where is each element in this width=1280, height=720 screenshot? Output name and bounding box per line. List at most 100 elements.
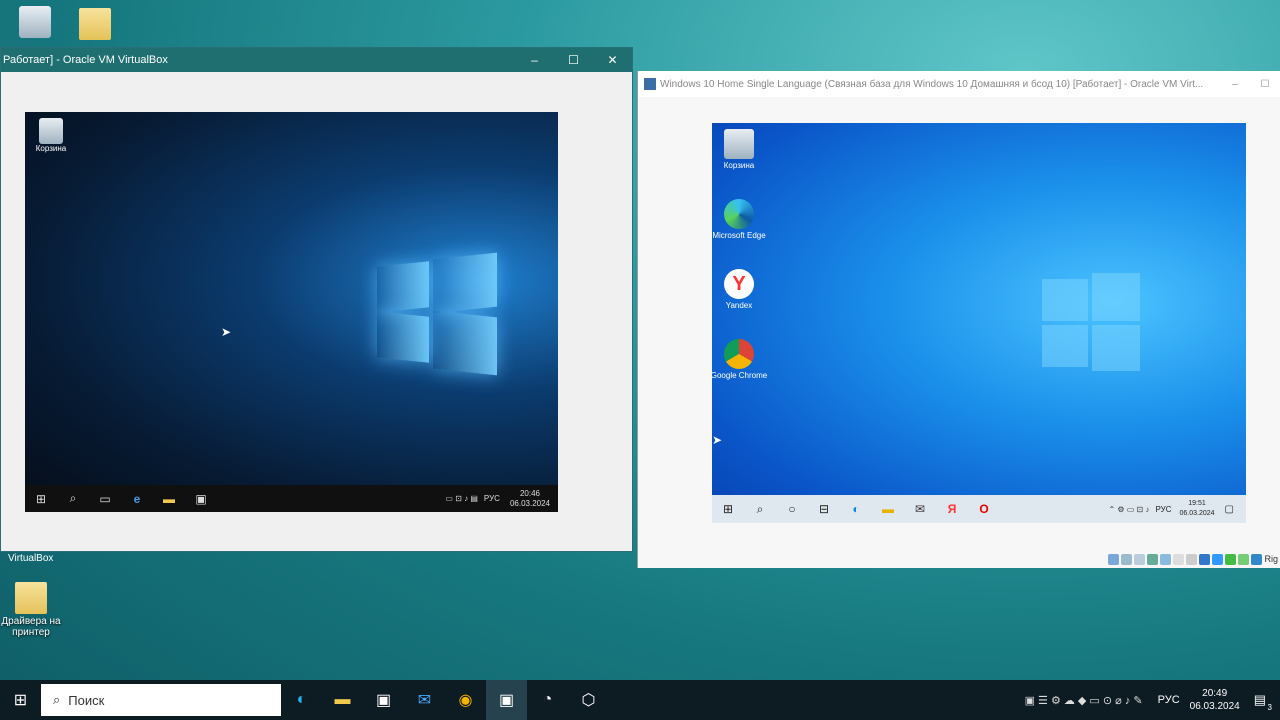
language-indicator[interactable]: РУС: [1158, 694, 1180, 706]
maximize-button[interactable]: ☐: [1250, 79, 1280, 90]
usb-icon[interactable]: [1160, 553, 1172, 565]
cpu-icon[interactable]: [1212, 553, 1224, 565]
tray-icons[interactable]: ▣ ☰ ⚙ ☁ ◆ ▭ ⊙ ⌀ ♪ ✎: [1025, 694, 1143, 707]
desktop-icon-label: Google Chrome: [712, 371, 768, 380]
chrome-icon: [724, 339, 754, 369]
folder-icon: [79, 8, 111, 40]
recycle-bin-icon: [39, 118, 63, 144]
clock-date: 06.03.2024: [509, 498, 550, 508]
virtualbox-window-2[interactable]: Windows 10 Home Single Language (Связная…: [637, 71, 1280, 568]
recycle-bin-icon: [724, 129, 754, 159]
search-placeholder: Поиск: [68, 692, 105, 708]
explorer-icon[interactable]: ▬: [153, 485, 185, 512]
clock[interactable]: 19:51 06.03.2024: [1180, 499, 1215, 519]
arrow-icon[interactable]: [1225, 553, 1237, 565]
minimize-button[interactable]: –: [1220, 79, 1250, 90]
notification-icon[interactable]: ▢: [1225, 504, 1234, 515]
desktop-icon-label: Корзина: [723, 161, 755, 170]
desktop-partial-label: VirtualBox: [8, 553, 54, 564]
windows-logo: [1042, 273, 1140, 371]
windows-logo-pane: [433, 252, 497, 314]
windows-logo-pane: [377, 311, 429, 363]
vm-screen-2[interactable]: Корзина Microsoft Edge Y Yandex Google C…: [712, 123, 1246, 523]
yandex-browser-icon[interactable]: Я: [936, 496, 968, 523]
shared-folder-icon[interactable]: [1173, 553, 1185, 565]
tray-icons[interactable]: ▭ ⊡ ♪ ▤: [445, 494, 478, 503]
network-icon[interactable]: [1147, 553, 1159, 565]
mail-icon[interactable]: ✉: [404, 680, 445, 720]
clock-app-icon[interactable]: ◔: [527, 680, 568, 720]
opera-icon[interactable]: O: [968, 496, 1000, 523]
virtualbox-icon: [644, 78, 656, 90]
mouse-cursor-icon: ➤: [221, 325, 232, 339]
recording-icon[interactable]: [1199, 553, 1211, 565]
vm-statusbar: Rig: [1108, 550, 1280, 568]
store-icon[interactable]: ▣: [185, 485, 217, 512]
edge-icon: [724, 199, 754, 229]
window-titlebar[interactable]: Windows 10 Home Single Language (Связная…: [638, 71, 1280, 97]
start-icon[interactable]: ⊞: [25, 485, 57, 512]
desktop-icon-recycle[interactable]: Корзина: [712, 129, 769, 170]
edge-icon[interactable]: ◐: [840, 496, 872, 523]
desktop-icon-label: Корзина: [35, 144, 67, 153]
audio-icon[interactable]: [1134, 553, 1146, 565]
window-title: Работает] - Oracle VM VirtualBox: [3, 54, 168, 66]
host-key-label: Rig: [1264, 554, 1278, 564]
virtualbox-window-1[interactable]: Работает] - Oracle VM VirtualBox – ☐ ✕ К…: [0, 47, 633, 552]
clock-time: 20:49: [1202, 688, 1228, 699]
storage-icon[interactable]: [1108, 553, 1120, 565]
desktop-icon-drivers[interactable]: Драйвера на принтер: [0, 582, 66, 638]
edge-icon[interactable]: e: [121, 485, 153, 512]
window-title: Windows 10 Home Single Language (Связная…: [660, 78, 1204, 90]
minimize-button[interactable]: –: [515, 48, 554, 72]
vm-screen-1[interactable]: Корзина ➤ ⊞ ⌕ ▭ e ▬ ▣ ▭ ⊡ ♪ ▤ РУС 20:46 …: [25, 112, 558, 512]
tray-icons[interactable]: ⌃ ⚙ ▭ ⊡ ♪: [1108, 505, 1149, 514]
explorer-icon[interactable]: ▬: [322, 680, 363, 720]
yandex-icon: Y: [724, 269, 754, 299]
desktop-icon-label: Yandex: [725, 301, 753, 310]
mail-icon[interactable]: ✉: [904, 496, 936, 523]
desktop-icon-label: Microsoft Edge: [712, 231, 766, 240]
edge-icon[interactable]: ◐: [281, 680, 322, 720]
search-box[interactable]: ⌕ Поиск: [41, 684, 281, 716]
mouse-cursor-icon: ➤: [712, 433, 723, 447]
recycle-bin-icon: [19, 6, 51, 38]
virtualbox-icon[interactable]: ▣: [486, 680, 527, 720]
mouse-integration-icon[interactable]: [1238, 553, 1250, 565]
clock-date: 06.03.2024: [1189, 701, 1240, 712]
window-titlebar[interactable]: Работает] - Oracle VM VirtualBox – ☐ ✕: [1, 48, 632, 72]
chrome-icon[interactable]: ◉: [445, 680, 486, 720]
explorer-icon[interactable]: ▬: [872, 496, 904, 523]
language-indicator[interactable]: РУС: [1155, 505, 1171, 514]
desktop-icon-yandex[interactable]: Y Yandex: [712, 269, 769, 310]
optical-drive-icon[interactable]: [1121, 553, 1133, 565]
desktop-icon-edge[interactable]: Microsoft Edge: [712, 199, 769, 240]
task-view-icon[interactable]: ▭: [89, 485, 121, 512]
clock-date: 06.03.2024: [1179, 510, 1215, 517]
maximize-button[interactable]: ☐: [554, 48, 593, 72]
clock[interactable]: 20:46 06.03.2024: [510, 489, 550, 509]
close-button[interactable]: ✕: [593, 48, 632, 72]
start-icon[interactable]: ⊞: [0, 680, 41, 720]
clock[interactable]: 20:49 06.03.2024: [1190, 687, 1240, 713]
language-indicator[interactable]: РУС: [484, 494, 500, 503]
windows-logo-pane: [377, 261, 429, 313]
desktop-icon-chrome[interactable]: Google Chrome: [712, 339, 769, 380]
recycle-bin-icon[interactable]: Корзина: [33, 118, 69, 153]
notification-icon[interactable]: ▤ 3: [1254, 692, 1272, 712]
store-icon[interactable]: ▣: [363, 680, 404, 720]
cortana-icon[interactable]: ○: [776, 496, 808, 523]
host-taskbar: ⊞ ⌕ Поиск ◐ ▬ ▣ ✉ ◉ ▣ ◔ ⬡ ▣ ☰ ⚙ ☁ ◆ ▭ ⊙ …: [0, 680, 1280, 720]
search-icon[interactable]: ⌕: [57, 485, 89, 512]
folder-icon[interactable]: [60, 8, 130, 42]
clock-time: 19:51: [1188, 500, 1206, 507]
task-view-icon[interactable]: ⊟: [808, 496, 840, 523]
search-icon: ⌕: [53, 692, 61, 707]
keyboard-icon[interactable]: [1251, 553, 1263, 565]
start-icon[interactable]: ⊞: [712, 496, 744, 523]
search-icon[interactable]: ⌕: [744, 496, 776, 523]
windows-logo-pane: [433, 310, 497, 376]
display-icon[interactable]: [1186, 553, 1198, 565]
notification-count: 3: [1267, 703, 1272, 712]
virtualbox-manager-icon[interactable]: ⬡: [568, 680, 609, 720]
